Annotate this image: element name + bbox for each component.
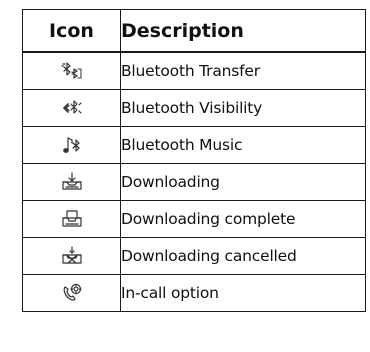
table-row: Bluetooth Transfer [22,51,366,90]
bluetooth-visibility-icon [61,98,83,118]
row-description: Downloading [120,163,366,201]
downloading-cancelled-icon [61,246,83,266]
row-description: Downloading complete [120,200,366,238]
bluetooth-transfer-icon [60,61,83,81]
table-row: Downloading [22,163,366,201]
table-row: Downloading cancelled [22,237,366,275]
downloading-complete-icon [61,209,83,229]
row-description: Bluetooth Music [120,126,366,164]
row-description: Downloading cancelled [120,237,366,275]
in-call-option-icon [61,283,83,303]
table-row: In-call option [22,274,366,312]
page: Icon Description Bluetooth Transfer Blue… [0,0,370,352]
table-header-row: Icon Description [22,9,366,53]
icon-column-header: Icon [22,9,121,53]
row-description: Bluetooth Visibility [120,89,366,127]
table-row: Bluetooth Music [22,126,366,164]
icon-description-table: Icon Description Bluetooth Transfer Blue… [22,9,366,312]
bluetooth-music-icon [61,135,83,155]
table-row: Downloading complete [22,200,366,238]
description-column-header: Description [120,9,366,53]
downloading-icon [61,172,83,192]
row-description: In-call option [120,274,366,312]
table-row: Bluetooth Visibility [22,89,366,127]
row-description: Bluetooth Transfer [120,51,366,90]
